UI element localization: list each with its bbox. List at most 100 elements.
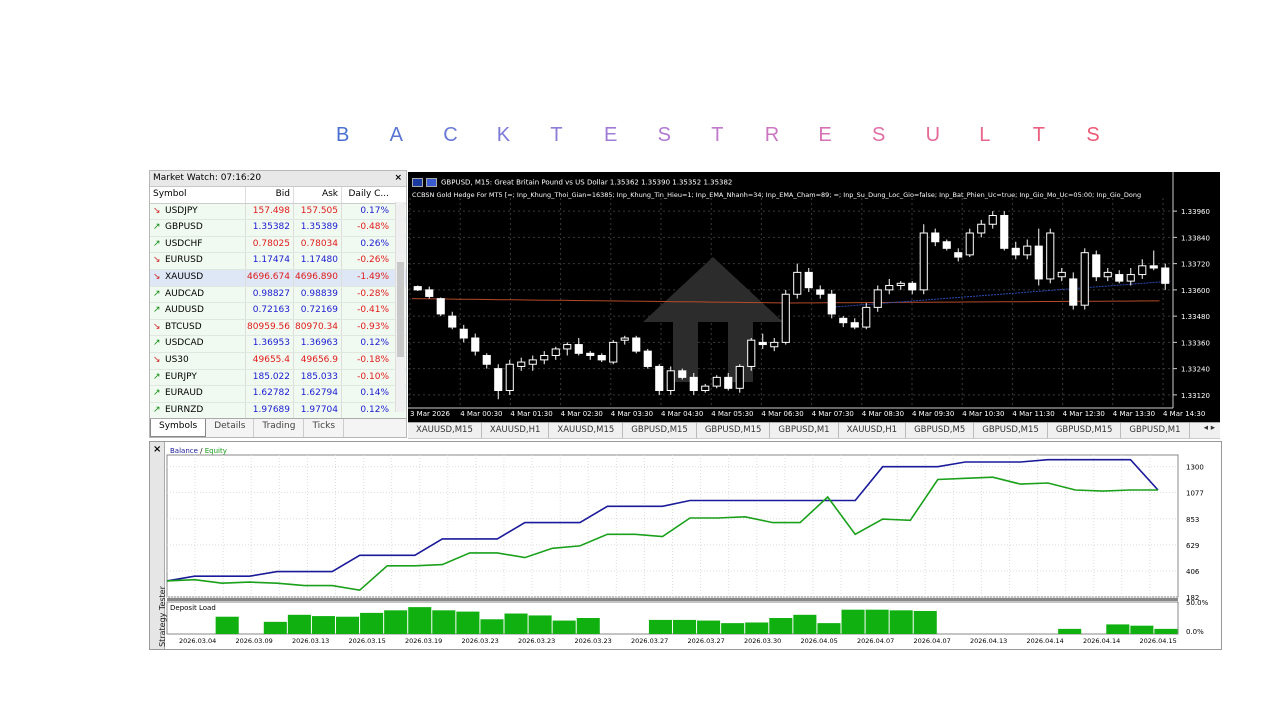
chart-tab[interactable]: XAUUSD,H1: [839, 423, 907, 438]
tab-details[interactable]: Details: [206, 419, 255, 437]
market-watch-row[interactable]: ↘ BTCUSD 80959.56 80970.34 -0.93%: [150, 319, 406, 337]
symbol-cell: ↗ GBPUSD: [150, 220, 246, 236]
tab-symbols[interactable]: Symbols: [150, 419, 207, 437]
change-cell: -0.26%: [357, 255, 389, 266]
candle: [908, 282, 917, 291]
deposit-load-bar: [673, 619, 697, 634]
bid-cell: 1.97689: [246, 402, 294, 419]
headline-letter: T: [711, 124, 724, 146]
candle: [425, 289, 434, 297]
symbol-name: AUDUSD: [165, 305, 204, 316]
chart-tab[interactable]: GBPUSD,M15: [623, 423, 697, 438]
symbol-name: GBPUSD: [165, 222, 203, 233]
deposit-load-bar: [889, 610, 913, 634]
deposit-load-bar: [311, 616, 335, 634]
ask-cell: 157.505: [294, 203, 342, 220]
bid-cell: 0.98827: [246, 286, 294, 303]
headline-letter: S: [872, 124, 886, 146]
market-watch-row[interactable]: ↗ USDCAD 1.36953 1.36963 0.12%: [150, 336, 406, 353]
deposit-load-bar: [287, 614, 311, 634]
ask-cell: 1.36963: [294, 336, 342, 352]
market-watch-row[interactable]: ↘ US30 49655.4 49656.9 -0.18%: [150, 352, 406, 370]
bid-cell: 157.498: [246, 203, 294, 220]
candle: [1046, 232, 1055, 280]
market-watch-row[interactable]: ↘ EURUSD 1.17474 1.17480 -0.26%: [150, 253, 406, 270]
column-header-bid[interactable]: Bid: [246, 187, 294, 203]
ask-cell: 1.62794: [294, 386, 342, 402]
price-chart[interactable]: 1.33960 1.33840 1.33720 1.33600 1.33480 1.333…: [408, 172, 1220, 422]
candle: [1126, 274, 1135, 282]
tab-trading[interactable]: Trading: [254, 419, 305, 437]
chart-tab[interactable]: GBPUSD,M15: [697, 423, 771, 438]
chart-tab[interactable]: GBPUSD,M15: [1048, 423, 1122, 438]
market-watch-scrollbar[interactable]: [395, 202, 405, 412]
chart-tab[interactable]: XAUUSD,M15: [408, 423, 482, 438]
date-tick-label: 2026.04.05: [801, 637, 838, 645]
deposit-load-bar: [1106, 624, 1130, 634]
chart-tab[interactable]: XAUUSD,M15: [549, 423, 624, 438]
candle: [436, 298, 445, 315]
symbol-name: USDCAD: [165, 338, 204, 349]
bid-cell: 4696.674: [246, 269, 294, 286]
deposit-load-bar: [817, 623, 841, 634]
close-icon[interactable]: ×: [394, 171, 402, 186]
market-watch-row[interactable]: ↗ USDCHF 0.78025 0.78034 0.26%: [150, 236, 406, 254]
bid-cell: 1.17474: [246, 253, 294, 269]
flag-icon: [426, 178, 437, 187]
change-cell: 0.26%: [360, 238, 389, 249]
market-watch-row[interactable]: ↗ EURJPY 185.022 185.033 -0.10%: [150, 369, 406, 387]
bid-cell: 80959.56: [246, 319, 294, 336]
market-watch-title: Market Watch: 07:16:20: [153, 173, 262, 183]
chart-tab[interactable]: GBPUSD,M1: [1121, 423, 1190, 438]
headline-letter: S: [1086, 124, 1100, 146]
candle: [850, 322, 859, 328]
column-header-daily-change[interactable]: Daily C...: [342, 187, 392, 203]
headline-letter: B: [336, 124, 350, 146]
candle: [1069, 278, 1078, 306]
price-tick-label: 1.33120: [1181, 392, 1210, 400]
pane-separator[interactable]: [167, 598, 1178, 601]
market-watch-row[interactable]: ↗ EURNZD 1.97689 1.97704 0.12%: [150, 402, 406, 420]
deposit-load-bar: [841, 609, 865, 634]
change-cell: -0.10%: [357, 371, 389, 382]
bid-cell: 185.022: [246, 369, 294, 386]
chart-tab[interactable]: GBPUSD,M1: [770, 423, 839, 438]
backtest-results-headline: BACKTESTRESULTS: [336, 124, 1100, 148]
chart-tab[interactable]: GBPUSD,M15: [974, 423, 1048, 438]
candle: [942, 241, 951, 249]
tab-ticks[interactable]: Ticks: [304, 419, 345, 437]
market-watch-row[interactable]: ↘ XAUUSD 4696.674 4696.890 -1.49%: [150, 269, 406, 287]
close-icon[interactable]: ×: [153, 444, 161, 455]
candle: [965, 232, 974, 256]
headline-letter: K: [496, 124, 511, 146]
market-watch-row[interactable]: ↗ EURAUD 1.62782 1.62794 0.14%: [150, 386, 406, 403]
symbol-cell: ↗ EURAUD: [150, 386, 246, 402]
ask-cell: 49656.9: [294, 352, 342, 369]
market-watch-row[interactable]: ↘ USDJPY 157.498 157.505 0.17%: [150, 203, 406, 221]
market-watch-row[interactable]: ↗ AUDCAD 0.98827 0.98839 -0.28%: [150, 286, 406, 304]
change-cell: -0.28%: [357, 288, 389, 299]
arrow-up-icon: ↗: [153, 338, 161, 349]
chart-symbol-info: GBPUSD, M15: Great Britain Pound vs US D…: [412, 178, 732, 187]
symbol-cell: ↘ XAUUSD: [150, 269, 246, 286]
time-tick-label: 4 Mar 08:30: [862, 410, 904, 418]
column-header-symbol[interactable]: Symbol: [150, 187, 246, 203]
symbol-name: EURAUD: [165, 388, 203, 399]
candle: [793, 271, 802, 295]
value-tick-label: 1300: [1186, 464, 1204, 472]
deposit-load-bar: [456, 611, 480, 634]
ask-cell: 0.98839: [294, 286, 342, 303]
date-tick-label: 2026.03.04: [179, 637, 216, 645]
chart-tab[interactable]: XAUUSD,H1: [482, 423, 550, 438]
value-tick-label: 1077: [1186, 490, 1204, 498]
deposit-load-bar: [552, 620, 576, 634]
date-tick-label: 2026.03.30: [744, 637, 781, 645]
scrollbar-thumb[interactable]: [397, 262, 404, 357]
chart-tab[interactable]: GBPUSD,M5: [906, 423, 975, 438]
tab-scroll-arrows[interactable]: ◂ ▸: [1199, 423, 1220, 438]
column-header-ask[interactable]: Ask: [294, 187, 342, 203]
market-watch-row[interactable]: ↗ AUDUSD 0.72163 0.72169 -0.41%: [150, 303, 406, 320]
market-watch-row[interactable]: ↗ GBPUSD 1.35382 1.35389 -0.48%: [150, 220, 406, 237]
candle: [735, 365, 744, 389]
date-tick-label: 2026.04.07: [857, 637, 894, 645]
